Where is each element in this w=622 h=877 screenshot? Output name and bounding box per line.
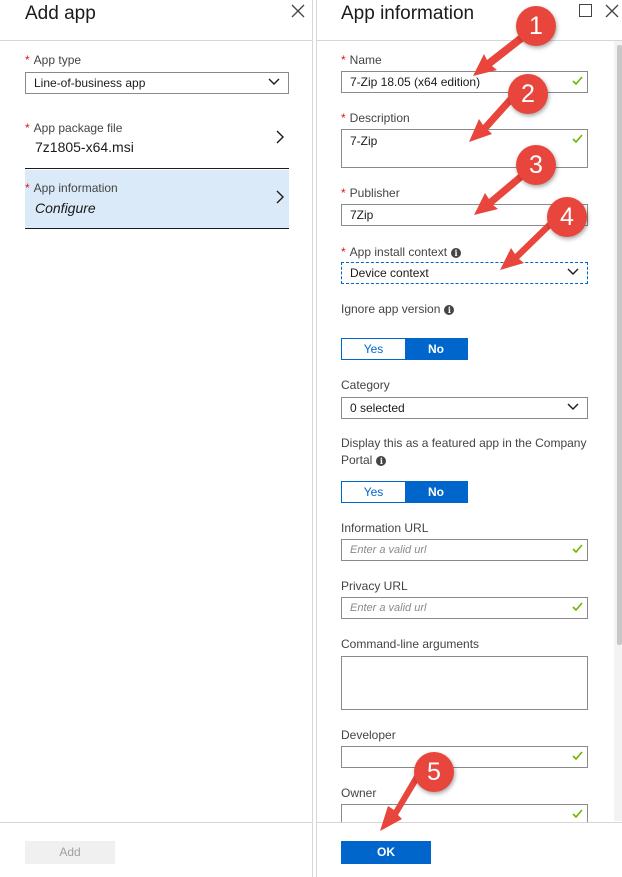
app-information-blade: App information * Name 7-Zip 18.05 (x64 e… xyxy=(316,0,622,877)
owner-label: Owner xyxy=(341,786,377,800)
install-context-value: Device context xyxy=(350,266,429,280)
name-value: 7-Zip 18.05 (x64 edition) xyxy=(350,75,481,89)
checkmark-icon xyxy=(572,602,583,611)
info-icon[interactable]: i xyxy=(451,247,462,258)
featured-toggle[interactable]: Yes No xyxy=(341,481,468,503)
app-type-dropdown[interactable]: Line-of-business app xyxy=(25,72,289,94)
add-app-header: Add app xyxy=(0,0,313,41)
ignore-version-no[interactable]: No xyxy=(405,339,467,359)
app-package-label: * App package file xyxy=(25,121,123,135)
chevron-down-icon xyxy=(567,268,579,275)
add-app-blade: Add app * App type Line-of-business app *… xyxy=(0,0,313,877)
publisher-label: * Publisher xyxy=(341,186,400,200)
app-information-value: Configure xyxy=(35,200,96,216)
maximize-icon[interactable] xyxy=(579,4,592,17)
ignore-version-yes[interactable]: Yes xyxy=(342,339,405,359)
app-package-value: 7z1805-x64.msi xyxy=(35,139,134,155)
privacy-url-input[interactable]: Enter a valid url xyxy=(341,597,588,619)
add-app-title: Add app xyxy=(25,3,96,24)
app-type-label: * App type xyxy=(25,53,82,67)
nav-app-information[interactable]: * App information Configure xyxy=(25,170,289,229)
install-context-dropdown[interactable]: Device context xyxy=(341,262,588,284)
app-information-label: * App information xyxy=(25,181,118,195)
featured-no[interactable]: No xyxy=(405,482,467,502)
app-information-header: App information xyxy=(317,0,622,41)
checkmark-icon xyxy=(572,751,583,760)
close-icon[interactable] xyxy=(604,3,620,19)
scrollbar-thumb[interactable] xyxy=(617,45,622,645)
ignore-version-toggle[interactable]: Yes No xyxy=(341,338,468,360)
add-app-footer: Add xyxy=(0,822,313,877)
info-icon[interactable]: i xyxy=(376,455,387,466)
featured-label-line1: Display this as a featured app in the Co… xyxy=(341,436,587,450)
category-value: 0 selected xyxy=(350,401,405,415)
add-button[interactable]: Add xyxy=(25,841,115,864)
annotation-badge-4: 4 xyxy=(547,197,587,237)
app-type-value: Line-of-business app xyxy=(34,76,146,90)
owner-input[interactable] xyxy=(341,804,588,822)
chevron-down-icon xyxy=(567,403,579,410)
name-input[interactable]: 7-Zip 18.05 (x64 edition) xyxy=(341,71,588,93)
developer-label: Developer xyxy=(341,728,396,742)
app-information-title: App information xyxy=(341,3,475,24)
privacy-url-placeholder: Enter a valid url xyxy=(350,602,427,614)
annotation-badge-3: 3 xyxy=(516,145,556,185)
featured-yes[interactable]: Yes xyxy=(342,482,405,502)
command-line-textarea[interactable] xyxy=(341,656,588,710)
chevron-right-icon xyxy=(276,190,284,204)
ok-button[interactable]: OK xyxy=(341,841,431,864)
checkmark-icon xyxy=(572,134,583,143)
chevron-right-icon xyxy=(276,130,284,144)
info-icon[interactable]: i xyxy=(444,304,455,315)
annotation-badge-1: 1 xyxy=(516,6,556,46)
chevron-down-icon xyxy=(268,78,280,85)
annotation-badge-2: 2 xyxy=(508,74,548,114)
checkmark-icon xyxy=(572,809,583,818)
information-url-label: Information URL xyxy=(341,521,429,535)
information-url-input[interactable]: Enter a valid url xyxy=(341,539,588,561)
command-line-label: Command-line arguments xyxy=(341,637,480,651)
checkmark-icon xyxy=(572,544,583,553)
install-context-label: * App install context i xyxy=(341,245,462,259)
category-label: Category xyxy=(341,378,390,392)
checkmark-icon xyxy=(572,76,583,85)
privacy-url-label: Privacy URL xyxy=(341,579,408,593)
information-url-placeholder: Enter a valid url xyxy=(350,544,427,556)
nav-app-package-file[interactable]: * App package file 7z1805-x64.msi xyxy=(25,110,289,169)
close-icon[interactable] xyxy=(290,3,306,19)
featured-label-line2: Portal i xyxy=(341,453,387,467)
category-dropdown[interactable]: 0 selected xyxy=(341,397,588,419)
app-information-footer: OK xyxy=(317,822,622,877)
description-value: 7-Zip xyxy=(350,134,378,148)
publisher-value: 7Zip xyxy=(350,208,374,222)
developer-input[interactable] xyxy=(341,746,588,768)
name-label: * Name xyxy=(341,53,382,67)
ignore-version-label: Ignore app version i xyxy=(341,302,455,316)
annotation-badge-5: 5 xyxy=(414,752,454,792)
description-label: * Description xyxy=(341,111,410,125)
